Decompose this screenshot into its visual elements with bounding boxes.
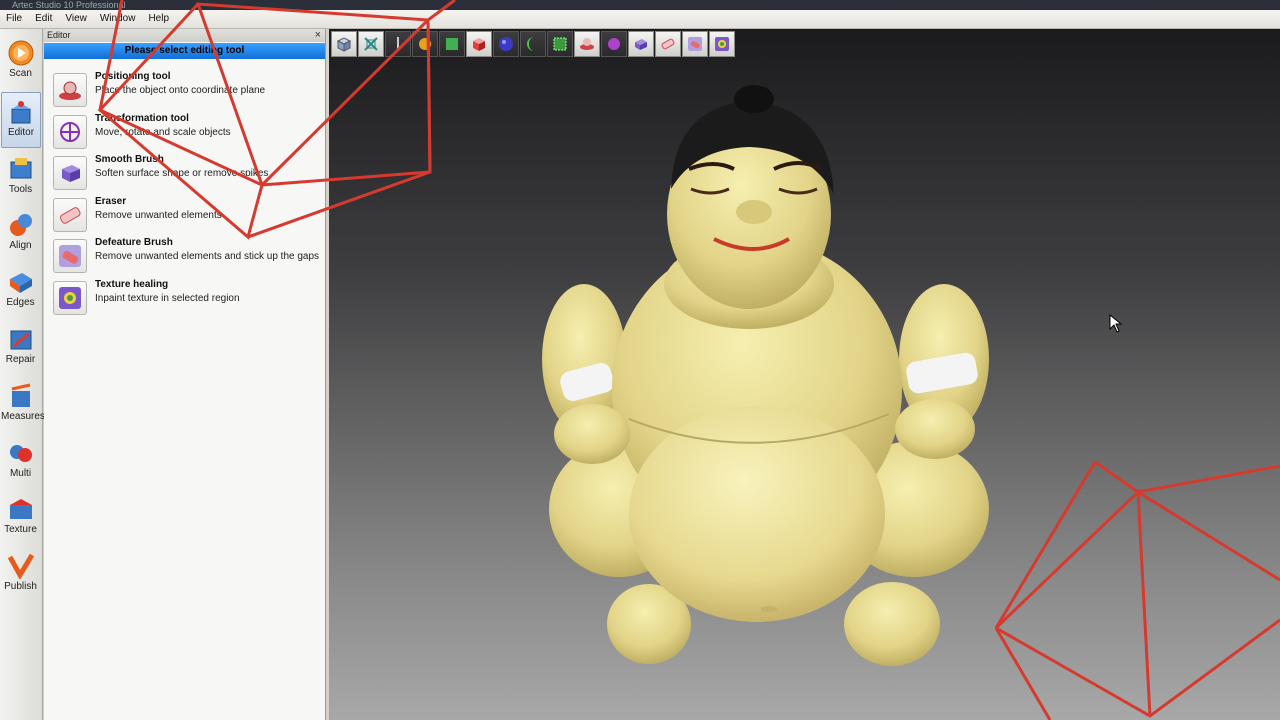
- panel-header: Editor ×: [44, 29, 325, 42]
- tool-eraser[interactable]: Eraser Remove unwanted elements: [44, 194, 325, 234]
- positioning-tool-icon: [53, 73, 87, 107]
- multi-icon: [9, 445, 32, 462]
- sidebar-item-label: Repair: [5, 354, 36, 365]
- menu-file[interactable]: File: [0, 10, 29, 28]
- eraser-icon: [53, 198, 87, 232]
- sidebar-item-edges[interactable]: Edges: [1, 263, 40, 317]
- tool-title: Texture healing: [95, 279, 169, 290]
- tool-defeature-brush[interactable]: Defeature Brush Remove unwanted elements…: [44, 235, 325, 275]
- tool-transformation[interactable]: Transformation tool Move, rotate and sca…: [44, 111, 325, 151]
- sumo-3d-model[interactable]: [329, 29, 1280, 720]
- tool-texture-healing[interactable]: Texture healing Inpaint texture in selec…: [44, 277, 325, 317]
- sidebar-item-label: Scan: [9, 68, 32, 79]
- menu-help[interactable]: Help: [142, 10, 176, 28]
- sidebar-item-label: Align: [9, 240, 32, 251]
- sidebar-item-label: Editor: [7, 127, 35, 138]
- sidebar-item-label: Texture: [4, 524, 37, 535]
- close-icon[interactable]: ×: [315, 29, 321, 41]
- menu-bar: File Edit View Window Help: [0, 10, 1280, 29]
- window-title: Artec Studio 10 Professional: [12, 0, 126, 10]
- sidebar-item-multi[interactable]: Multi: [1, 434, 40, 488]
- sidebar-item-publish[interactable]: Publish: [1, 547, 40, 601]
- edges-icon: [9, 273, 32, 293]
- publish-icon: [7, 553, 34, 579]
- sidebar-item-scan[interactable]: Scan: [1, 34, 40, 88]
- tool-positioning[interactable]: Positioning tool Place the object onto c…: [44, 69, 325, 109]
- repair-icon: [10, 330, 31, 350]
- sidebar-item-label: Tools: [8, 184, 33, 195]
- tool-desc: Remove unwanted elements: [95, 210, 222, 221]
- panel-banner: Please select editing tool: [44, 43, 325, 59]
- tool-title: Eraser: [95, 196, 127, 207]
- measures-icon: [11, 383, 30, 407]
- tool-smooth-brush[interactable]: Smooth Brush Soften surface shape or rem…: [44, 152, 325, 192]
- align-icon: [9, 214, 32, 236]
- menu-edit[interactable]: Edit: [29, 10, 59, 28]
- left-sidebar: Scan Editor Tools Align Edges Repair Mea…: [0, 29, 45, 720]
- smooth-brush-icon: [53, 156, 87, 190]
- tool-desc: Place the object onto coordinate plane: [95, 85, 266, 96]
- sidebar-item-texture[interactable]: Texture: [1, 490, 40, 544]
- tool-title: Defeature Brush: [95, 237, 173, 248]
- mouse-cursor-icon: [1109, 314, 1123, 333]
- texture-icon: [9, 499, 32, 519]
- defeature-brush-icon: [53, 239, 87, 273]
- sidebar-item-label: Edges: [6, 297, 35, 308]
- sidebar-item-tools[interactable]: Tools: [1, 150, 40, 204]
- panel-title: Editor: [47, 30, 71, 40]
- tool-desc: Move, rotate and scale objects: [95, 127, 231, 138]
- tools-icon: [10, 158, 31, 179]
- tool-title: Transformation tool: [95, 113, 189, 124]
- sidebar-item-measures[interactable]: Measures: [1, 377, 45, 431]
- texture-healing-icon: [53, 281, 87, 315]
- sidebar-item-repair[interactable]: Repair: [1, 320, 40, 374]
- menu-window[interactable]: Window: [94, 10, 143, 28]
- tool-desc: Inpaint texture in selected region: [95, 293, 240, 304]
- editor-icon: [11, 101, 31, 124]
- sidebar-item-align[interactable]: Align: [1, 206, 40, 260]
- tool-desc: Remove unwanted elements and stick up th…: [95, 251, 320, 262]
- tool-title: Smooth Brush: [95, 154, 164, 165]
- scan-icon: [8, 40, 33, 66]
- sidebar-item-label: Measures: [1, 411, 45, 422]
- editor-panel: Editor × Please select editing tool Posi…: [44, 29, 326, 720]
- sidebar-item-label: Publish: [4, 581, 37, 592]
- sidebar-item-editor[interactable]: Editor: [1, 92, 41, 148]
- window-title-bar: Artec Studio 10 Professional: [0, 0, 1280, 10]
- menu-view[interactable]: View: [59, 10, 94, 28]
- tool-title: Positioning tool: [95, 71, 171, 82]
- transformation-tool-icon: [53, 115, 87, 149]
- sidebar-item-label: Multi: [9, 468, 32, 479]
- 3d-viewport[interactable]: [329, 29, 1280, 720]
- tool-desc: Soften surface shape or remove spikes: [95, 168, 269, 179]
